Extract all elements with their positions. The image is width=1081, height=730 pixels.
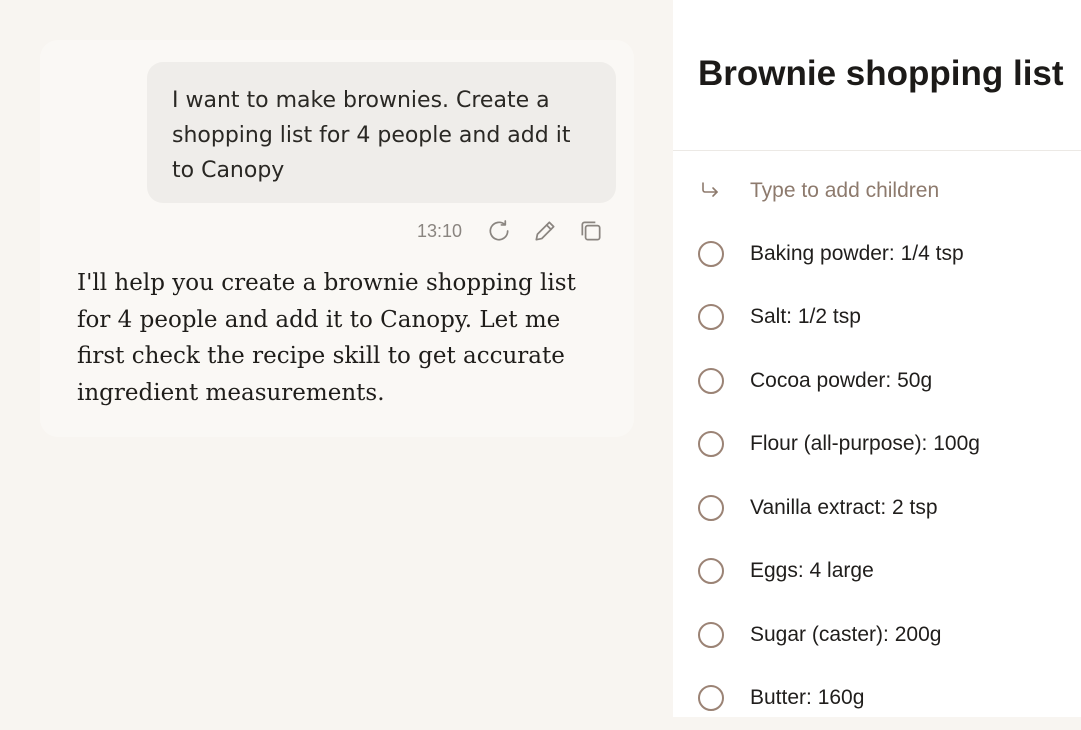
list-title[interactable]: Brownie shopping list	[698, 50, 1064, 98]
item-label[interactable]: Vanilla extract: 2 tsp	[750, 496, 938, 520]
list-item: Baking powder: 1/4 tsp	[673, 222, 1081, 286]
checkbox-circle-icon[interactable]	[698, 304, 724, 330]
checkbox-circle-icon[interactable]	[698, 241, 724, 267]
item-label[interactable]: Eggs: 4 large	[750, 559, 874, 583]
message-actions-row: 13:10	[40, 216, 606, 246]
assistant-message-text: I'll help you create a brownie shopping …	[77, 265, 587, 411]
list-item: Eggs: 4 large	[673, 540, 1081, 604]
list-item: Cocoa powder: 50g	[673, 349, 1081, 413]
shopping-items-list: Baking powder: 1/4 tsp Salt: 1/2 tsp Coc…	[673, 222, 1081, 730]
checkbox-circle-icon[interactable]	[698, 431, 724, 457]
list-item: Sugar (caster): 200g	[673, 603, 1081, 667]
copy-icon[interactable]	[576, 216, 606, 246]
list-item: Salt: 1/2 tsp	[673, 286, 1081, 350]
list-divider	[673, 150, 1081, 151]
item-label[interactable]: Baking powder: 1/4 tsp	[750, 242, 964, 266]
checkbox-circle-icon[interactable]	[698, 495, 724, 521]
item-label[interactable]: Salt: 1/2 tsp	[750, 305, 861, 329]
add-children-input[interactable]: Type to add children	[750, 179, 939, 203]
refresh-icon[interactable]	[484, 216, 514, 246]
checkbox-circle-icon[interactable]	[698, 558, 724, 584]
user-message-text: I want to make brownies. Create a shoppi…	[172, 88, 570, 183]
return-arrow-icon	[698, 179, 728, 203]
chat-pane: I want to make brownies. Create a shoppi…	[0, 0, 673, 717]
checkbox-circle-icon[interactable]	[698, 368, 724, 394]
user-message-bubble: I want to make brownies. Create a shoppi…	[147, 62, 616, 203]
item-label[interactable]: Butter: 160g	[750, 686, 864, 710]
item-label[interactable]: Flour (all-purpose): 100g	[750, 432, 980, 456]
list-item: Flour (all-purpose): 100g	[673, 413, 1081, 477]
checkbox-circle-icon[interactable]	[698, 685, 724, 711]
list-item: Butter: 160g	[673, 667, 1081, 730]
item-label[interactable]: Sugar (caster): 200g	[750, 623, 941, 647]
list-item: Vanilla extract: 2 tsp	[673, 476, 1081, 540]
message-timestamp: 13:10	[417, 221, 462, 242]
item-label[interactable]: Cocoa powder: 50g	[750, 369, 932, 393]
pencil-icon[interactable]	[530, 216, 560, 246]
conversation-card: I want to make brownies. Create a shoppi…	[40, 40, 634, 437]
shopping-list-panel: Brownie shopping list Type to add childr…	[673, 0, 1081, 717]
checkbox-circle-icon[interactable]	[698, 622, 724, 648]
add-children-row[interactable]: Type to add children	[673, 172, 1081, 210]
